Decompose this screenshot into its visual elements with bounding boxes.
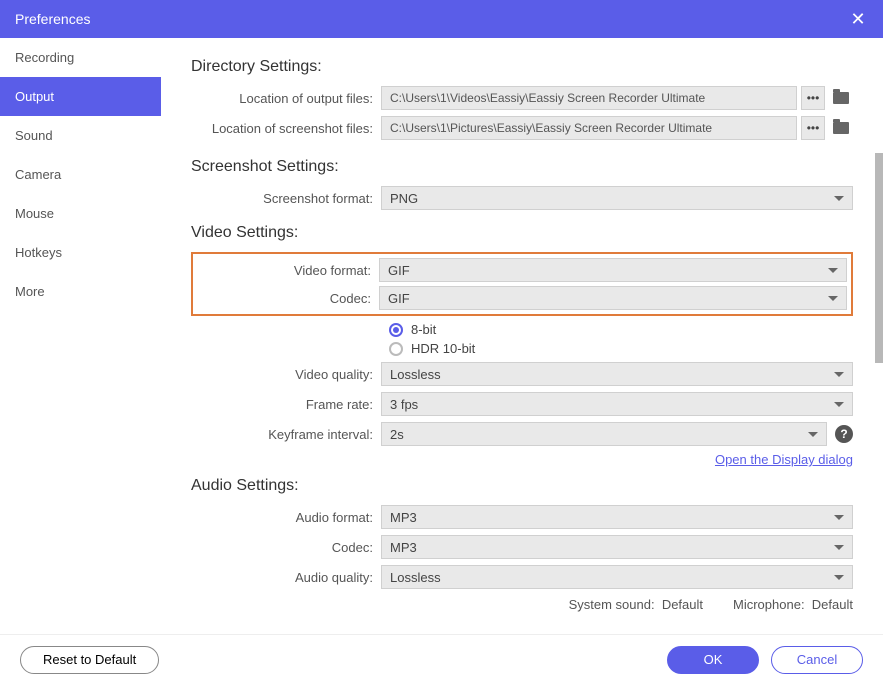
- row-frame-rate: Frame rate: 3 fps: [191, 392, 853, 416]
- radio-hdr10-row[interactable]: HDR 10-bit: [389, 341, 853, 356]
- open-folder-icon[interactable]: [829, 116, 853, 140]
- label-video-quality: Video quality:: [191, 367, 381, 382]
- footer: Reset to Default OK Cancel: [0, 634, 883, 684]
- row-output-location: Location of output files: C:\Users\1\Vid…: [191, 86, 853, 110]
- dropdown-value: PNG: [390, 191, 418, 206]
- dropdown-video-format[interactable]: GIF: [379, 258, 847, 282]
- row-video-codec: Codec: GIF: [197, 286, 847, 310]
- preferences-window: Preferences ✕ Recording Output Sound Cam…: [0, 0, 883, 684]
- help-icon[interactable]: ?: [835, 425, 853, 443]
- dropdown-frame-rate[interactable]: 3 fps: [381, 392, 853, 416]
- label-audio-codec: Codec:: [191, 540, 381, 555]
- cancel-button[interactable]: Cancel: [771, 646, 863, 674]
- dropdown-screenshot-format[interactable]: PNG: [381, 186, 853, 210]
- dropdown-value: GIF: [388, 291, 410, 306]
- dropdown-value: 2s: [390, 427, 404, 442]
- content-panel: Directory Settings: Location of output f…: [161, 38, 883, 634]
- open-display-dialog-link[interactable]: Open the Display dialog: [715, 452, 853, 467]
- chevron-down-icon: [834, 575, 844, 580]
- display-dialog-link-row: Open the Display dialog: [191, 452, 853, 467]
- open-folder-icon[interactable]: [829, 86, 853, 110]
- label-audio-format: Audio format:: [191, 510, 381, 525]
- label-output-location: Location of output files:: [191, 91, 381, 106]
- chevron-down-icon: [834, 402, 844, 407]
- chevron-down-icon: [834, 515, 844, 520]
- sidebar-item-camera[interactable]: Camera: [0, 155, 161, 194]
- row-audio-format: Audio format: MP3: [191, 505, 853, 529]
- microphone-status: Microphone: Default: [733, 597, 853, 612]
- sidebar-item-hotkeys[interactable]: Hotkeys: [0, 233, 161, 272]
- sidebar: Recording Output Sound Camera Mouse Hotk…: [0, 38, 161, 634]
- dropdown-audio-format[interactable]: MP3: [381, 505, 853, 529]
- audio-status-row: System sound: Default Microphone: Defaul…: [191, 597, 853, 612]
- label-audio-quality: Audio quality:: [191, 570, 381, 585]
- section-screenshot-title: Screenshot Settings:: [191, 158, 853, 176]
- dropdown-video-codec[interactable]: GIF: [379, 286, 847, 310]
- row-video-format: Video format: GIF: [197, 258, 847, 282]
- row-audio-codec: Codec: MP3: [191, 535, 853, 559]
- label-video-codec: Codec:: [197, 291, 379, 306]
- row-keyframe-interval: Keyframe interval: 2s ?: [191, 422, 853, 446]
- video-format-highlight: Video format: GIF Codec: GIF: [191, 252, 853, 316]
- label-frame-rate: Frame rate:: [191, 397, 381, 412]
- chevron-down-icon: [808, 432, 818, 437]
- section-video-title: Video Settings:: [191, 224, 853, 242]
- scrollbar-thumb[interactable]: [875, 153, 883, 363]
- dropdown-value: Lossless: [390, 367, 441, 382]
- section-audio-title: Audio Settings:: [191, 477, 853, 495]
- chevron-down-icon: [834, 545, 844, 550]
- textbox-output-path[interactable]: C:\Users\1\Videos\Eassiy\Eassiy Screen R…: [381, 86, 797, 110]
- dropdown-audio-codec[interactable]: MP3: [381, 535, 853, 559]
- label-screenshot-location: Location of screenshot files:: [191, 121, 381, 136]
- dropdown-video-quality[interactable]: Lossless: [381, 362, 853, 386]
- dropdown-audio-quality[interactable]: Lossless: [381, 565, 853, 589]
- chevron-down-icon: [828, 296, 838, 301]
- browse-button[interactable]: •••: [801, 86, 825, 110]
- browse-button[interactable]: •••: [801, 116, 825, 140]
- radio-8bit[interactable]: [389, 323, 403, 337]
- dropdown-value: 3 fps: [390, 397, 418, 412]
- radio-8bit-row[interactable]: 8-bit: [389, 322, 853, 337]
- window-title: Preferences: [15, 11, 90, 27]
- chevron-down-icon: [828, 268, 838, 273]
- sidebar-item-recording[interactable]: Recording: [0, 38, 161, 77]
- close-icon[interactable]: ✕: [848, 9, 868, 30]
- sidebar-item-more[interactable]: More: [0, 272, 161, 311]
- row-screenshot-location: Location of screenshot files: C:\Users\1…: [191, 116, 853, 140]
- reset-to-default-button[interactable]: Reset to Default: [20, 646, 159, 674]
- dropdown-value: MP3: [390, 540, 417, 555]
- sidebar-item-output[interactable]: Output: [0, 77, 161, 116]
- section-directory-title: Directory Settings:: [191, 58, 853, 76]
- dropdown-value: MP3: [390, 510, 417, 525]
- row-video-quality: Video quality: Lossless: [191, 362, 853, 386]
- chevron-down-icon: [834, 196, 844, 201]
- sidebar-item-mouse[interactable]: Mouse: [0, 194, 161, 233]
- row-screenshot-format: Screenshot format: PNG: [191, 186, 853, 210]
- radio-8bit-label: 8-bit: [411, 322, 436, 337]
- label-screenshot-format: Screenshot format:: [191, 191, 381, 206]
- radio-hdr10-label: HDR 10-bit: [411, 341, 475, 356]
- body-area: Recording Output Sound Camera Mouse Hotk…: [0, 38, 883, 634]
- dropdown-value: Lossless: [390, 570, 441, 585]
- row-audio-quality: Audio quality: Lossless: [191, 565, 853, 589]
- dropdown-keyframe-interval[interactable]: 2s: [381, 422, 827, 446]
- label-video-format: Video format:: [197, 263, 379, 278]
- label-keyframe-interval: Keyframe interval:: [191, 427, 381, 442]
- radio-hdr10[interactable]: [389, 342, 403, 356]
- titlebar: Preferences ✕: [0, 0, 883, 38]
- chevron-down-icon: [834, 372, 844, 377]
- ok-button[interactable]: OK: [667, 646, 759, 674]
- dropdown-value: GIF: [388, 263, 410, 278]
- textbox-screenshot-path[interactable]: C:\Users\1\Pictures\Eassiy\Eassiy Screen…: [381, 116, 797, 140]
- sidebar-item-sound[interactable]: Sound: [0, 116, 161, 155]
- system-sound-status: System sound: Default: [569, 597, 703, 612]
